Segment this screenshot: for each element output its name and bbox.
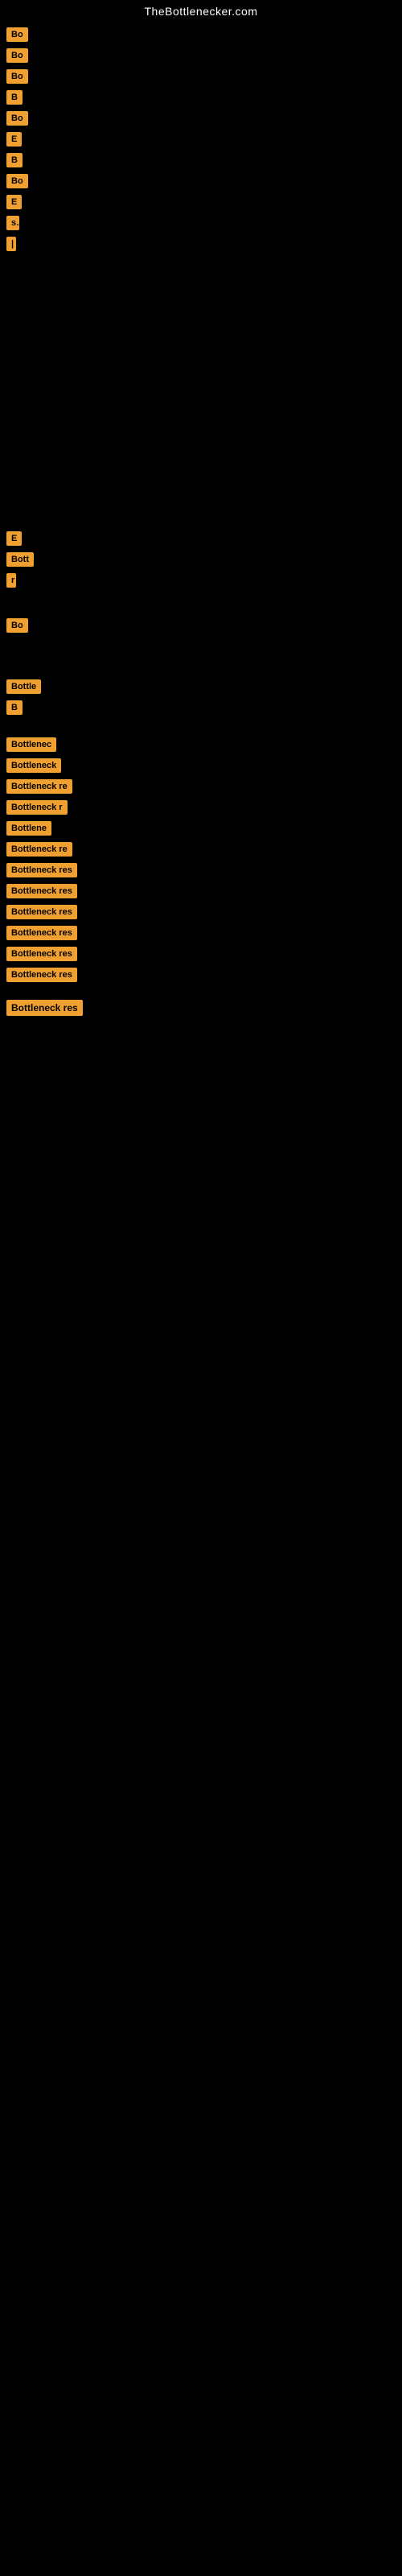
- empty-section-2: [0, 591, 402, 615]
- item-row-25: Bottleneck res: [0, 881, 402, 902]
- item-row-27: Bottleneck res: [0, 923, 402, 943]
- bottom-label-area: Bottleneck res: [0, 993, 402, 1026]
- btn-25[interactable]: Bottleneck res: [6, 884, 77, 898]
- btn-5[interactable]: Bo: [6, 111, 28, 126]
- btn-11[interactable]: |: [6, 237, 16, 251]
- item-row-1: Bo: [0, 24, 402, 45]
- item-row-15: Bo: [0, 615, 402, 636]
- item-row-22: Bottlene: [0, 818, 402, 839]
- item-row-13: Bott: [0, 549, 402, 570]
- item-row-28: Bottleneck res: [0, 943, 402, 964]
- empty-section-4: [0, 718, 402, 734]
- btn-2[interactable]: Bo: [6, 48, 28, 63]
- btn-7[interactable]: B: [6, 153, 23, 167]
- btn-24[interactable]: Bottleneck res: [6, 863, 77, 877]
- btn-19[interactable]: Bottleneck: [6, 758, 61, 773]
- btn-26[interactable]: Bottleneck res: [6, 905, 77, 919]
- item-row-3: Bo: [0, 66, 402, 87]
- item-row-20: Bottleneck re: [0, 776, 402, 797]
- item-row-6: E: [0, 129, 402, 150]
- item-row-17: B: [0, 697, 402, 718]
- btn-12[interactable]: E: [6, 531, 22, 546]
- btn-1[interactable]: Bo: [6, 27, 28, 42]
- btn-29[interactable]: Bottleneck res: [6, 968, 77, 982]
- item-row-2: Bo: [0, 45, 402, 66]
- item-row-4: B: [0, 87, 402, 108]
- item-row-16: Bottle: [0, 676, 402, 697]
- btn-17[interactable]: B: [6, 700, 23, 715]
- item-row-7: B: [0, 150, 402, 171]
- item-row-11: |: [0, 233, 402, 254]
- btn-22[interactable]: Bottlene: [6, 821, 51, 836]
- btn-15[interactable]: Bo: [6, 618, 28, 633]
- empty-section-1: [0, 254, 402, 528]
- item-row-10: s: [0, 213, 402, 233]
- item-row-5: Bo: [0, 108, 402, 129]
- btn-14[interactable]: r: [6, 573, 16, 588]
- btn-27[interactable]: Bottleneck res: [6, 926, 77, 940]
- site-title: TheBottlenecker.com: [0, 0, 402, 21]
- btn-18[interactable]: Bottlenec: [6, 737, 56, 752]
- btn-21[interactable]: Bottleneck r: [6, 800, 68, 815]
- btn-4[interactable]: B: [6, 90, 23, 105]
- item-row-29: Bottleneck res: [0, 964, 402, 985]
- btn-16[interactable]: Bottle: [6, 679, 41, 694]
- item-row-9: E: [0, 192, 402, 213]
- item-row-24: Bottleneck res: [0, 860, 402, 881]
- item-row-18: Bottlenec: [0, 734, 402, 755]
- item-row-19: Bottleneck: [0, 755, 402, 776]
- btn-10[interactable]: s: [6, 216, 19, 230]
- item-row-8: Bo: [0, 171, 402, 192]
- btn-6[interactable]: E: [6, 132, 22, 147]
- btn-9[interactable]: E: [6, 195, 22, 209]
- btn-23[interactable]: Bottleneck re: [6, 842, 72, 857]
- btn-28[interactable]: Bottleneck res: [6, 947, 77, 961]
- item-row-23: Bottleneck re: [0, 839, 402, 860]
- btn-20[interactable]: Bottleneck re: [6, 779, 72, 794]
- btn-8[interactable]: Bo: [6, 174, 28, 188]
- empty-section-3: [0, 636, 402, 676]
- item-row-14: r: [0, 570, 402, 591]
- item-row-21: Bottleneck r: [0, 797, 402, 818]
- bottleneck-res-label: Bottleneck res: [6, 1000, 83, 1016]
- btn-13[interactable]: Bott: [6, 552, 34, 567]
- btn-3[interactable]: Bo: [6, 69, 28, 84]
- item-row-26: Bottleneck res: [0, 902, 402, 923]
- item-row-12: E: [0, 528, 402, 549]
